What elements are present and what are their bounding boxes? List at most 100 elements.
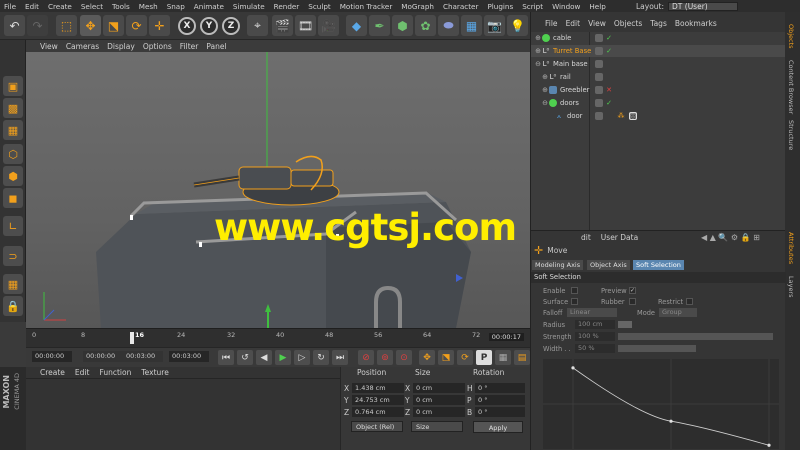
- enabled-check-icon[interactable]: ✓: [605, 99, 613, 107]
- transform-tool-icon[interactable]: ✛: [149, 15, 170, 36]
- model-mode-icon[interactable]: ▣: [3, 76, 23, 96]
- menu-item-render[interactable]: Render: [274, 2, 300, 11]
- object-row-doors[interactable]: ⊖ doors ✓: [531, 97, 786, 109]
- polygons-mode-icon[interactable]: ◼: [3, 188, 23, 208]
- layout-selector[interactable]: Layout: DT (User): [636, 0, 739, 12]
- cube-primitive-icon[interactable]: ◆: [346, 15, 367, 36]
- point-level-key-icon[interactable]: ▦: [495, 350, 511, 365]
- rot-p-field[interactable]: 0 °: [475, 395, 525, 405]
- width-field[interactable]: 50 %: [575, 344, 615, 353]
- material-menu-function[interactable]: Function: [99, 368, 131, 377]
- disabled-cross-icon[interactable]: ✕: [605, 86, 613, 94]
- render-view-icon[interactable]: 🎬: [272, 15, 293, 36]
- expand-icon[interactable]: ⊕: [534, 47, 542, 55]
- tab-structure[interactable]: Structure: [787, 120, 795, 150]
- move-tool-icon[interactable]: ✥: [80, 15, 101, 36]
- position-key-icon[interactable]: ✥: [419, 350, 435, 365]
- material-menu-create[interactable]: Create: [40, 368, 65, 377]
- timeline-window-icon[interactable]: ▤: [514, 350, 530, 365]
- viewport-menu-filter[interactable]: Filter: [180, 42, 199, 51]
- timeline-playhead[interactable]: [130, 332, 134, 344]
- workplane-grid-icon[interactable]: ▦: [3, 274, 23, 294]
- rotation-key-icon[interactable]: ⟳: [457, 350, 473, 365]
- object-row-turret-base[interactable]: ⊕ L⁰ Turret Base ✓: [531, 45, 786, 57]
- object-menu-objects[interactable]: Objects: [614, 19, 642, 28]
- expand-icon[interactable]: ⊕: [541, 73, 549, 81]
- menu-item-script[interactable]: Script: [522, 2, 543, 11]
- layer-icon[interactable]: [595, 112, 603, 120]
- y-axis-lock-icon[interactable]: Y: [200, 17, 218, 35]
- material-menu-texture[interactable]: Texture: [141, 368, 168, 377]
- lock-workplane-icon[interactable]: 🔒: [3, 296, 23, 316]
- texture-mode-icon[interactable]: ▩: [3, 98, 23, 118]
- preview-start-field[interactable]: 00:00:00: [83, 351, 123, 362]
- subdivision-surface-icon[interactable]: ⬢: [392, 15, 413, 36]
- menu-item-sculpt[interactable]: Sculpt: [308, 2, 330, 11]
- deformer-icon[interactable]: ⬬: [438, 15, 459, 36]
- object-row-main-base[interactable]: ⊖ L⁰ Main base: [531, 58, 786, 70]
- object-row-rail[interactable]: ⊕ L⁰ rail: [531, 71, 786, 83]
- size-x-field[interactable]: 0 cm: [413, 383, 465, 393]
- viewport-menu-view[interactable]: View: [40, 42, 58, 51]
- timeline-ruler[interactable]: 0 8 16 24 32 40 48 56 64 72 00:00:17: [26, 328, 530, 347]
- record-key-icon[interactable]: ⊘: [358, 350, 374, 365]
- object-row-cable[interactable]: ⊕ cable ✓: [531, 32, 786, 44]
- layer-icon[interactable]: [595, 47, 603, 55]
- live-selection-icon[interactable]: ⬚: [56, 15, 77, 36]
- pos-z-field[interactable]: 0.764 cm: [352, 407, 404, 417]
- rot-b-field[interactable]: 0 °: [475, 407, 525, 417]
- menu-item-select[interactable]: Select: [81, 2, 103, 11]
- edges-mode-icon[interactable]: ⬢: [3, 166, 23, 186]
- workplane-mode-icon[interactable]: ▦: [3, 120, 23, 140]
- expand-icon[interactable]: ⊕: [534, 34, 542, 42]
- 3d-viewport[interactable]: [26, 52, 530, 328]
- menu-item-window[interactable]: Window: [552, 2, 580, 11]
- next-frame-icon[interactable]: ▷: [294, 350, 310, 365]
- size-y-field[interactable]: 0 cm: [413, 395, 465, 405]
- redo-icon[interactable]: ↷: [27, 15, 48, 36]
- material-menu-edit[interactable]: Edit: [75, 368, 90, 377]
- prev-frame-icon[interactable]: ◀: [256, 350, 272, 365]
- x-axis-lock-icon[interactable]: X: [178, 17, 196, 35]
- viewport-menu-display[interactable]: Display: [107, 42, 135, 51]
- object-menu-edit[interactable]: Edit: [566, 19, 581, 28]
- undo-icon[interactable]: ↶: [4, 15, 25, 36]
- object-row-door[interactable]: ⟑ door ⁂ ▩: [531, 110, 786, 122]
- rubber-checkbox[interactable]: [629, 298, 636, 305]
- render-settings-icon[interactable]: 🎥: [318, 15, 339, 36]
- menu-item-animate[interactable]: Animate: [194, 2, 224, 11]
- tab-attributes[interactable]: Attributes: [787, 232, 795, 264]
- prev-key-icon[interactable]: ↺: [237, 350, 253, 365]
- size-mode-dropdown[interactable]: Size: [411, 421, 463, 432]
- preview-checkbox[interactable]: ✓: [629, 287, 636, 294]
- current-frame-field[interactable]: 00:00:17: [488, 333, 524, 341]
- viewport-menu-panel[interactable]: Panel: [206, 42, 226, 51]
- enabled-check-icon[interactable]: ✓: [605, 34, 613, 42]
- attr-menu-edit[interactable]: dit: [581, 233, 591, 242]
- collapse-icon[interactable]: ⊖: [541, 99, 549, 107]
- apply-button[interactable]: Apply: [473, 421, 523, 433]
- object-menu-file[interactable]: File: [545, 19, 558, 28]
- go-to-start-icon[interactable]: ⏮: [218, 350, 234, 365]
- autokey-icon[interactable]: ⊚: [377, 350, 393, 365]
- next-key-icon[interactable]: ↻: [313, 350, 329, 365]
- render-picture-viewer-icon[interactable]: 🎞: [295, 15, 316, 36]
- tab-object-axis[interactable]: Object Axis: [587, 260, 630, 270]
- menu-item-motion-tracker[interactable]: Motion Tracker: [340, 2, 393, 11]
- surface-checkbox[interactable]: [571, 298, 578, 305]
- tab-content-browser[interactable]: Content Browser: [787, 60, 795, 114]
- object-menu-view[interactable]: View: [588, 19, 606, 28]
- play-icon[interactable]: ▶: [275, 350, 291, 365]
- scale-tool-icon[interactable]: ⬔: [103, 15, 124, 36]
- menu-item-help[interactable]: Help: [589, 2, 605, 11]
- floor-scene-icon[interactable]: ▦: [461, 15, 482, 36]
- phong-tag-icon[interactable]: ⁂: [617, 112, 625, 120]
- rotate-tool-icon[interactable]: ⟳: [126, 15, 147, 36]
- size-z-field[interactable]: 0 cm: [413, 407, 465, 417]
- falloff-dropdown[interactable]: Linear: [567, 308, 617, 317]
- start-time-field[interactable]: 00:00:00: [32, 351, 72, 362]
- menu-item-mesh[interactable]: Mesh: [139, 2, 158, 11]
- width-slider[interactable]: [618, 345, 696, 352]
- attr-nav-icons[interactable]: ◀ ▲ 🔍 ⚙ 🔒 ⊞: [701, 233, 760, 242]
- object-row-greebler[interactable]: ⊕ Greebler ✕: [531, 84, 786, 96]
